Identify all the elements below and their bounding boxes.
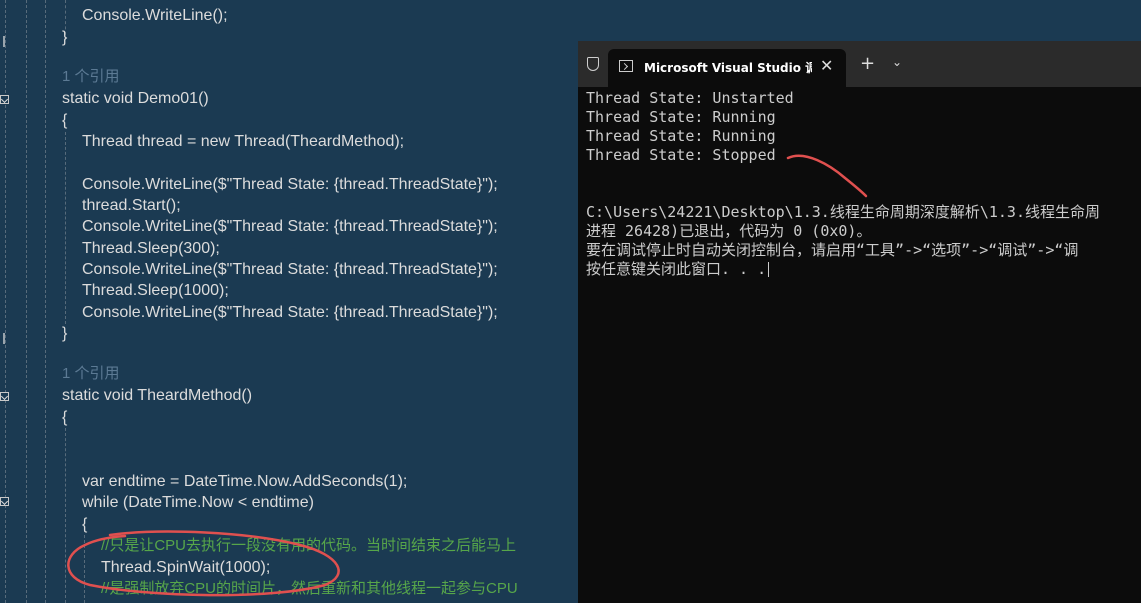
code-line: Console.WriteLine($"Thread State: {threa… [82, 176, 498, 193]
console-output-line: Thread State: Running [586, 108, 776, 126]
console-output-line: Thread State: Unstarted [586, 89, 794, 107]
code-line: { [62, 409, 68, 426]
code-comment: //是强制放弃CPU的时间片，然后重新和其他线程一起参与CPU [101, 580, 518, 597]
console-prompt-text: 按任意键关闭此窗口. . . [586, 260, 767, 278]
indent-guide [65, 132, 66, 324]
code-comment: //只是让CPU去执行一段没有用的代码。当时间结束之后能马上 [101, 537, 517, 554]
indent-guide [26, 0, 27, 603]
code-line: Console.WriteLine($"Thread State: {threa… [82, 261, 498, 278]
code-line: Thread.Sleep(1000); [82, 282, 229, 299]
debug-console-window[interactable]: Microsoft Visual Studio 调试控 ✕ + ⌄ Thread… [578, 41, 1141, 603]
code-line: Console.WriteLine($"Thread State: {threa… [82, 304, 498, 321]
gutter-guide [5, 0, 6, 603]
code-line: Console.WriteLine($"Thread State: {threa… [82, 218, 498, 235]
codelens-references[interactable]: 1 个引用 [62, 363, 120, 384]
new-tab-button[interactable]: + [860, 53, 875, 74]
close-tab-icon[interactable]: ✕ [820, 56, 833, 75]
console-tab[interactable]: Microsoft Visual Studio 调试控 ✕ [608, 49, 846, 87]
code-line: } [62, 29, 68, 46]
gutter-marker [3, 333, 5, 344]
shield-icon [587, 57, 599, 71]
code-line: Console.WriteLine(); [82, 7, 228, 24]
console-tab-bar: Microsoft Visual Studio 调试控 ✕ + ⌄ [578, 41, 1141, 87]
code-line: thread.Start(); [82, 197, 181, 214]
code-line: Thread.Sleep(300); [82, 240, 220, 257]
code-line: { [62, 112, 68, 129]
collapse-toggle-theardmethod[interactable] [0, 392, 9, 401]
code-line: static void Demo01() [62, 90, 209, 107]
console-output-line: 进程 26428)已退出，代码为 0 (0x0)。 [586, 222, 872, 240]
code-line: Thread.SpinWait(1000); [101, 559, 271, 576]
console-output-line: Thread State: Running [586, 127, 776, 145]
gutter-marker [3, 36, 5, 47]
collapse-toggle-demo01[interactable] [0, 95, 9, 104]
code-line: } [62, 325, 68, 342]
chevron-down-icon[interactable]: ⌄ [892, 55, 902, 69]
console-output-line: 按任意键关闭此窗口. . . [586, 260, 770, 279]
code-line: Thread thread = new Thread(TheardMethod)… [82, 133, 405, 150]
codelens-references[interactable]: 1 个引用 [62, 66, 120, 87]
console-tab-title: Microsoft Visual Studio 调试控 [644, 61, 812, 75]
collapse-toggle-while[interactable] [0, 497, 9, 506]
indent-guide [84, 535, 85, 603]
code-line: var endtime = DateTime.Now.AddSeconds(1)… [82, 473, 408, 490]
code-line: while (DateTime.Now < endtime) [82, 494, 314, 511]
indent-guide [45, 0, 46, 603]
text-cursor [768, 262, 770, 277]
console-output-line: C:\Users\24221\Desktop\1.3.线程生命周期深度解析\1.… [586, 203, 1100, 221]
console-output-line: 要在调试停止时自动关闭控制台，请启用“工具”->“选项”->“调试”->“调 [586, 241, 1079, 259]
code-line: { [82, 516, 88, 533]
terminal-icon [619, 60, 633, 72]
code-line: static void TheardMethod() [62, 387, 253, 404]
indent-guide [65, 428, 66, 603]
console-output-line: Thread State: Stopped [586, 146, 776, 164]
